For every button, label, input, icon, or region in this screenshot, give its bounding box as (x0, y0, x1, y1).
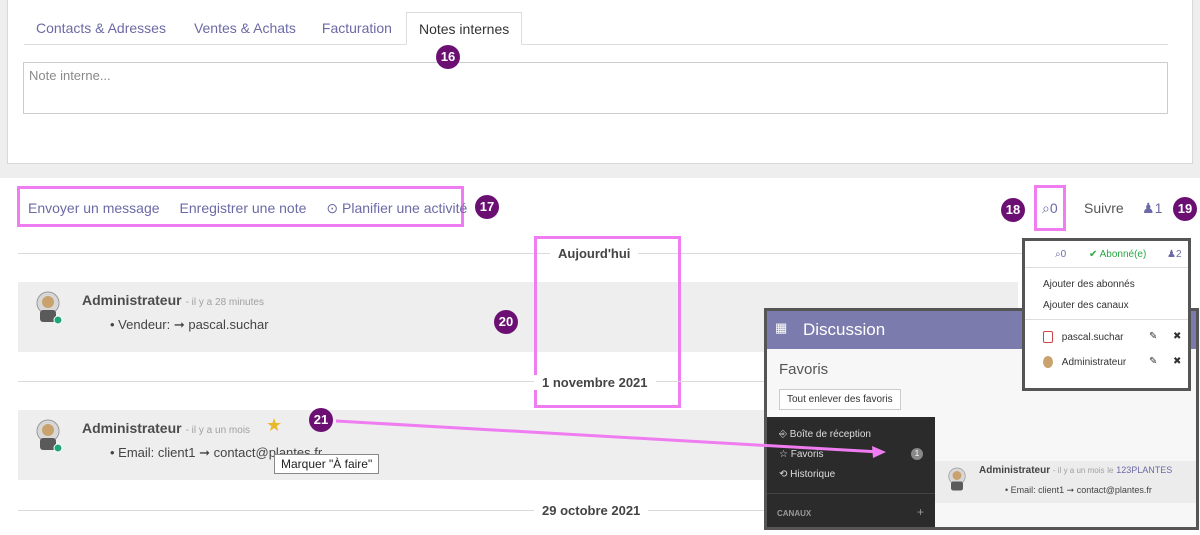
annotation-arrow (335, 419, 886, 458)
